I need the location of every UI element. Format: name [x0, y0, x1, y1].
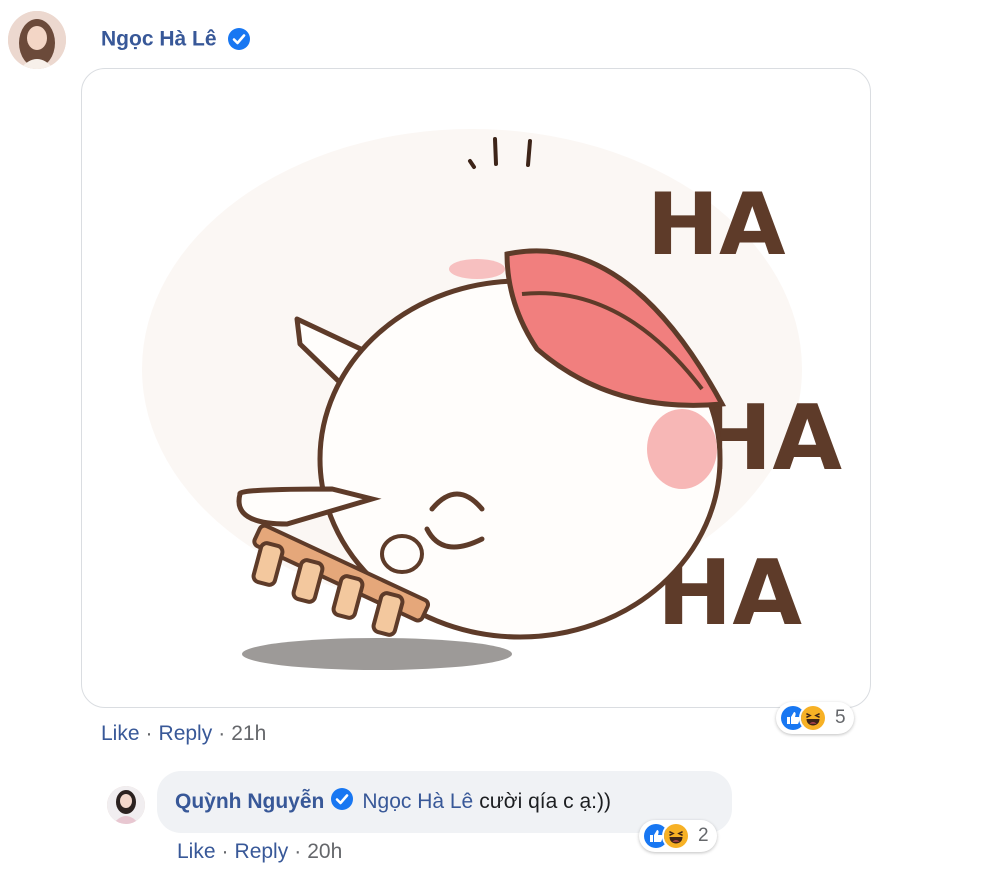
- like-button[interactable]: Like: [101, 722, 140, 745]
- reply-text: cười qía c ạ:)): [479, 790, 611, 813]
- reply-button[interactable]: Reply: [159, 722, 213, 745]
- comment-actions: Like · Reply · 21h: [101, 722, 266, 746]
- mention-link[interactable]: Ngọc Hà Lê: [362, 790, 473, 814]
- reply-author-avatar[interactable]: [107, 786, 145, 824]
- author-avatar[interactable]: [8, 11, 66, 69]
- haha-icon: [662, 822, 690, 850]
- haha-icon: [799, 704, 827, 732]
- reply-actions: Like · Reply · 20h: [177, 840, 342, 864]
- reply-reactions[interactable]: 2: [639, 820, 717, 852]
- reply-button[interactable]: Reply: [235, 840, 289, 863]
- sticker-ha-1: HA: [647, 175, 786, 275]
- reaction-count: 2: [698, 825, 709, 846]
- reply-timestamp[interactable]: 20h: [307, 840, 342, 863]
- reaction-count: 5: [835, 707, 846, 728]
- separator: ·: [294, 840, 302, 863]
- comment-header: Ngọc Hà Lê: [101, 27, 251, 56]
- verified-badge-icon: [330, 787, 354, 817]
- laughing-sticker-image: HA HA HA: [142, 129, 842, 670]
- reply-author-name[interactable]: Quỳnh Nguyễn: [175, 790, 324, 814]
- verified-badge-icon: [227, 27, 251, 56]
- comment-reactions[interactable]: 5: [776, 702, 854, 734]
- comment-timestamp[interactable]: 21h: [231, 722, 266, 745]
- like-button[interactable]: Like: [177, 840, 216, 863]
- separator: ·: [221, 840, 229, 863]
- author-name[interactable]: Ngọc Hà Lê: [101, 28, 217, 51]
- separator: ·: [218, 722, 226, 745]
- separator: ·: [145, 722, 153, 745]
- sticker-attachment[interactable]: HA HA HA: [81, 68, 871, 708]
